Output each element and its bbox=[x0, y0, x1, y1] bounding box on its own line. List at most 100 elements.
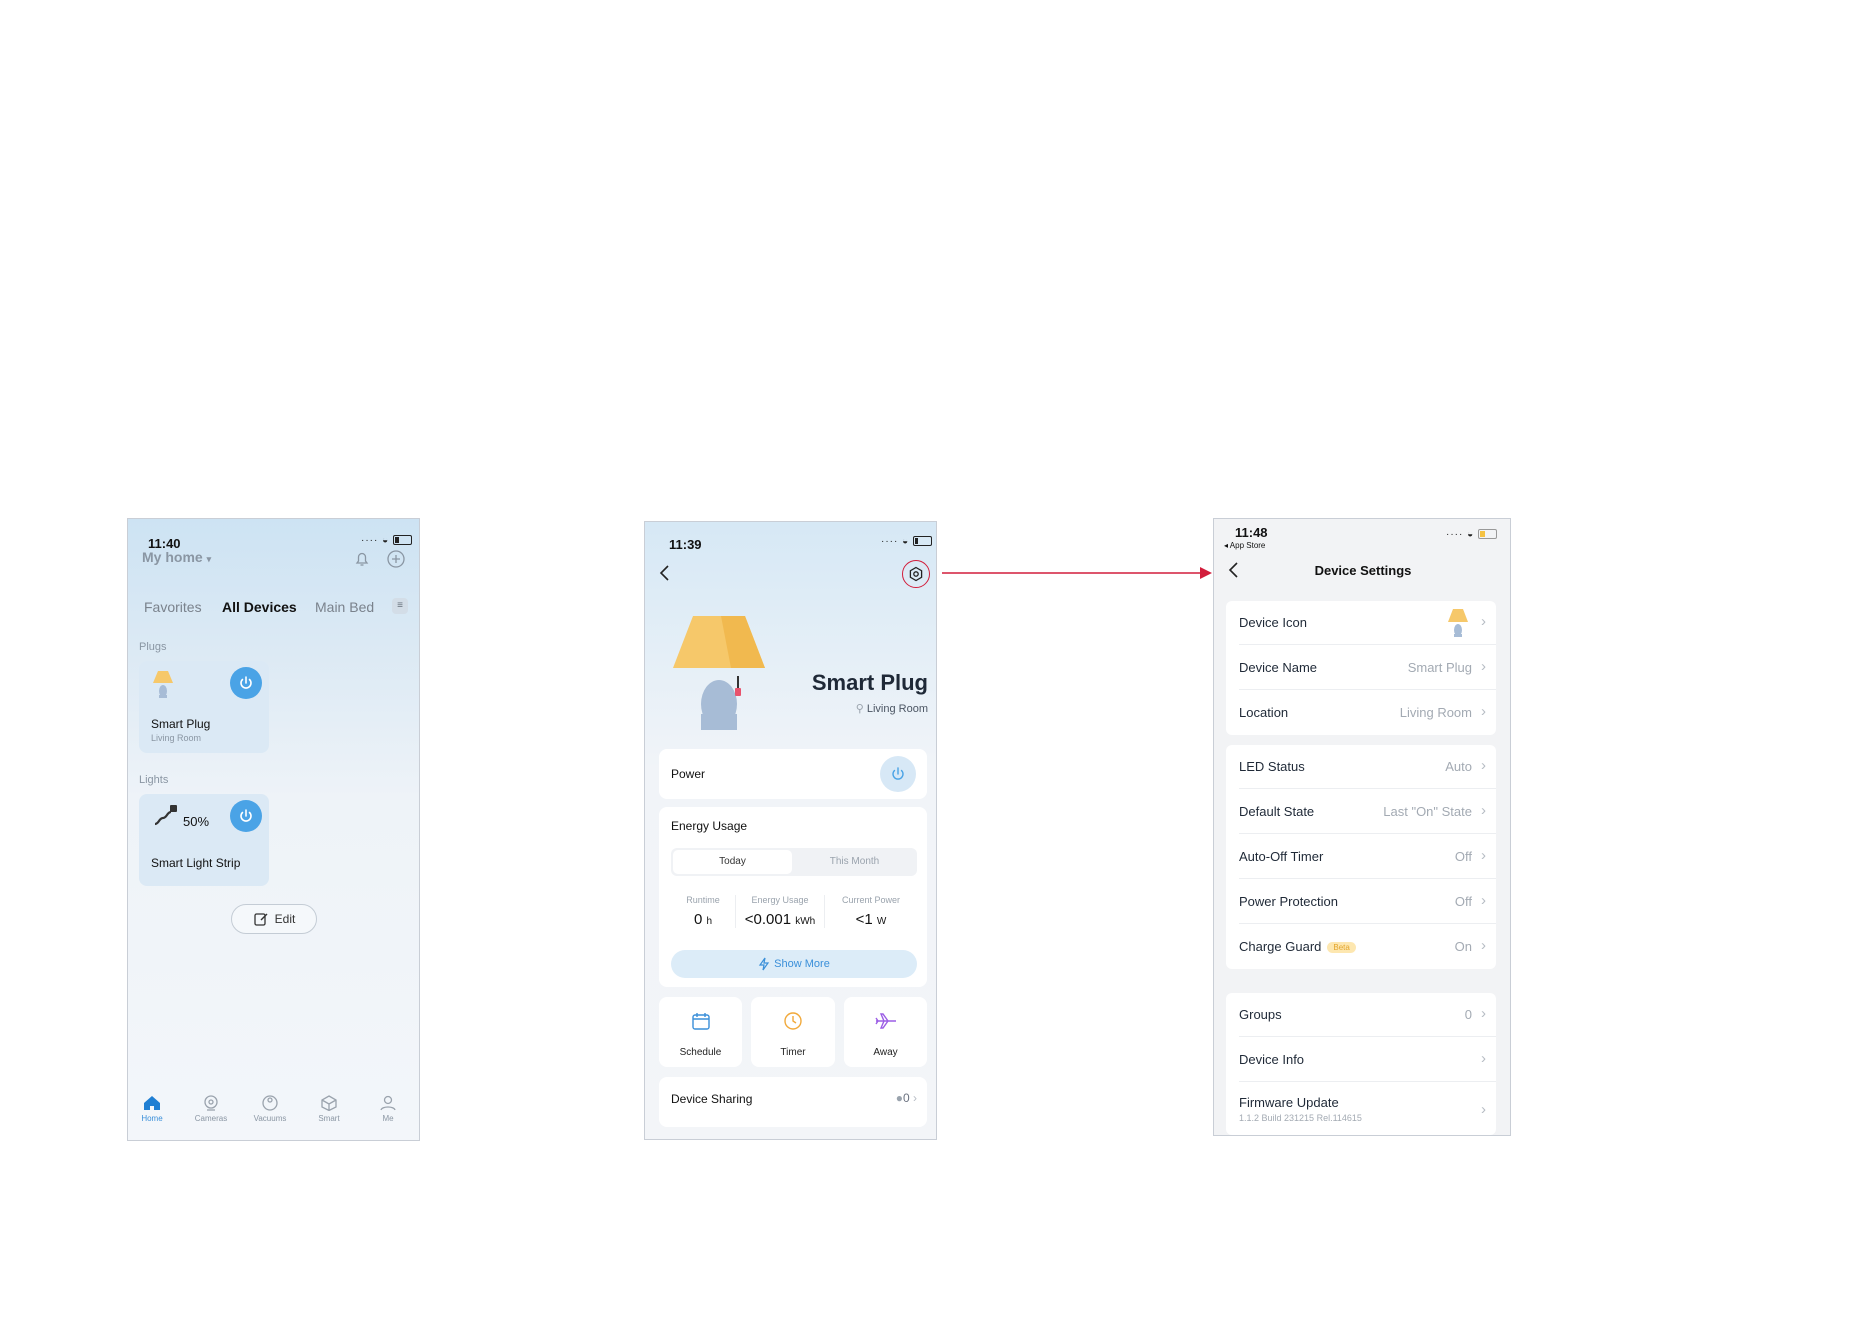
back-to-app-store[interactable]: ◂ App Store bbox=[1224, 541, 1265, 550]
battery-icon bbox=[392, 535, 412, 546]
light-strip-card[interactable]: 50% Smart Light Strip bbox=[139, 794, 269, 886]
row-firmware-update[interactable]: Firmware Update 1.1.2 Build 231215 Rel.11… bbox=[1226, 1083, 1496, 1135]
row-led-status[interactable]: LED Status Auto › bbox=[1226, 745, 1496, 789]
settings-group-device: Device Icon › Device Name Smart Plug › Loc… bbox=[1226, 601, 1496, 735]
caret-down-icon: ▾ bbox=[206, 554, 212, 564]
light-strip-icon bbox=[154, 805, 177, 826]
status-icons: ···· ◒ bbox=[361, 535, 412, 546]
lamp-illustration bbox=[673, 616, 765, 730]
chevron-right-icon: › bbox=[1481, 937, 1486, 954]
chevron-right-icon: › bbox=[1481, 613, 1486, 630]
nav-vacuums[interactable]: Vacuums bbox=[248, 1095, 292, 1123]
strip-brightness: 50% bbox=[183, 814, 210, 829]
firmware-version: 1.1.2 Build 231215 Rel.114615 bbox=[1239, 1113, 1362, 1123]
status-time: 11:39 bbox=[669, 537, 702, 552]
settings-button[interactable] bbox=[902, 560, 930, 588]
power-card: Power bbox=[659, 749, 927, 799]
energy-period-segment: Today This Month bbox=[671, 848, 917, 876]
back-icon[interactable] bbox=[659, 564, 671, 582]
beta-badge: Beta bbox=[1327, 942, 1356, 954]
away-button[interactable]: Away bbox=[844, 997, 927, 1067]
row-power-protection[interactable]: Power Protection Off › bbox=[1226, 880, 1496, 924]
stat-current-power: Current Power <1 W bbox=[841, 895, 901, 928]
sharing-label: Device Sharing bbox=[671, 1092, 753, 1106]
device-room: ⚲ Living Room bbox=[855, 703, 928, 715]
row-device-icon[interactable]: Device Icon › bbox=[1226, 601, 1496, 645]
gear-icon bbox=[909, 566, 923, 582]
device-sharing-row[interactable]: Device Sharing ●0 › bbox=[659, 1077, 927, 1127]
wifi-icon: ◒ bbox=[902, 536, 910, 547]
user-icon bbox=[380, 1095, 396, 1111]
power-icon bbox=[240, 676, 252, 689]
settings-group-info: Groups 0 › Device Info › Firmware Update 1.1… bbox=[1226, 993, 1496, 1135]
strip-name: Smart Light Strip bbox=[151, 856, 241, 870]
timer-button[interactable]: Timer bbox=[751, 997, 835, 1067]
plug-power-button[interactable] bbox=[230, 667, 262, 699]
home-icon bbox=[144, 1096, 160, 1110]
tabs-menu-icon[interactable]: ≡ bbox=[392, 598, 408, 614]
home-title: My home bbox=[142, 549, 203, 565]
tab-main-bed[interactable]: Main Bed bbox=[315, 599, 374, 615]
energy-stats: Runtime 0 h Energy Usage <0.001 kWh Curren… bbox=[671, 895, 917, 928]
row-device-info[interactable]: Device Info › bbox=[1226, 1038, 1496, 1082]
sharing-count: ●0 › bbox=[895, 1091, 917, 1105]
page-title: Device Settings bbox=[1314, 563, 1412, 578]
energy-usage-card: Energy Usage Today This Month Runtime 0 h… bbox=[659, 807, 927, 987]
chevron-right-icon: › bbox=[1481, 892, 1486, 909]
chevron-right-icon: › bbox=[1481, 1005, 1486, 1022]
battery-icon bbox=[912, 536, 932, 547]
show-more-button[interactable]: Show More bbox=[671, 950, 917, 978]
row-auto-off-timer[interactable]: Auto-Off Timer Off › bbox=[1226, 835, 1496, 879]
power-label: Power bbox=[671, 767, 706, 781]
schedule-button[interactable]: Schedule bbox=[659, 997, 742, 1067]
nav-smart[interactable]: Smart bbox=[307, 1095, 351, 1123]
energy-title: Energy Usage bbox=[671, 819, 748, 833]
tab-today[interactable]: Today bbox=[673, 850, 792, 874]
device-name: Smart Plug bbox=[811, 670, 928, 695]
status-icons: ···· ◒ bbox=[1446, 529, 1497, 540]
plug-room: Living Room bbox=[151, 733, 202, 743]
lightning-icon bbox=[759, 957, 770, 971]
power-icon bbox=[240, 809, 252, 822]
chevron-right-icon: › bbox=[1481, 1050, 1486, 1067]
chevron-right-icon: › bbox=[913, 1091, 917, 1105]
tab-favorites[interactable]: Favorites bbox=[144, 599, 202, 615]
edit-label: Edit bbox=[274, 912, 296, 926]
home-selector[interactable]: My home ▾ bbox=[142, 549, 211, 565]
calendar-icon bbox=[692, 1013, 710, 1030]
person-icon: ● bbox=[895, 1091, 903, 1105]
camera-icon bbox=[204, 1095, 218, 1111]
strip-power-button[interactable] bbox=[230, 800, 262, 832]
status-time: 11:48 bbox=[1235, 525, 1268, 540]
nav-cameras[interactable]: Cameras bbox=[189, 1095, 233, 1123]
add-device-icon[interactable] bbox=[386, 549, 406, 569]
tab-all-devices[interactable]: All Devices bbox=[222, 599, 297, 615]
status-icons: ···· ◒ bbox=[881, 536, 932, 547]
nav-home[interactable]: Home bbox=[130, 1095, 174, 1123]
stat-runtime: Runtime 0 h bbox=[686, 895, 720, 928]
row-location[interactable]: Location Living Room › bbox=[1226, 691, 1496, 735]
bell-icon[interactable] bbox=[353, 550, 371, 568]
tab-this-month[interactable]: This Month bbox=[794, 850, 915, 874]
smart-plug-card[interactable]: Smart Plug Living Room bbox=[139, 661, 269, 753]
schedule-label: Schedule bbox=[679, 1047, 722, 1058]
lamp-icon bbox=[153, 671, 173, 698]
device-detail-screen: 11:39 ···· ◒ Smart Plug ⚲ Living Room Po… bbox=[644, 521, 937, 1140]
nav-me[interactable]: Me bbox=[366, 1095, 410, 1123]
row-default-state[interactable]: Default State Last "On" State › bbox=[1226, 790, 1496, 834]
row-device-name[interactable]: Device Name Smart Plug › bbox=[1226, 646, 1496, 690]
edit-button[interactable]: Edit bbox=[231, 904, 317, 934]
timer-label: Timer bbox=[780, 1047, 806, 1058]
row-charge-guard[interactable]: Charge Guard Beta On › bbox=[1226, 925, 1496, 969]
section-plugs: Plugs bbox=[139, 641, 167, 653]
wifi-icon: ◒ bbox=[1467, 529, 1475, 540]
row-groups[interactable]: Groups 0 › bbox=[1226, 993, 1496, 1037]
vacuum-icon bbox=[262, 1095, 278, 1111]
power-toggle-button[interactable] bbox=[880, 756, 916, 792]
chevron-right-icon: › bbox=[1481, 658, 1486, 675]
lamp-icon bbox=[1448, 609, 1468, 637]
edit-icon bbox=[254, 913, 268, 926]
device-settings-screen: 11:48 ◂ App Store ···· ◒ Device Settings… bbox=[1213, 518, 1511, 1136]
wifi-icon: ◒ bbox=[382, 535, 390, 546]
power-icon bbox=[892, 767, 904, 780]
